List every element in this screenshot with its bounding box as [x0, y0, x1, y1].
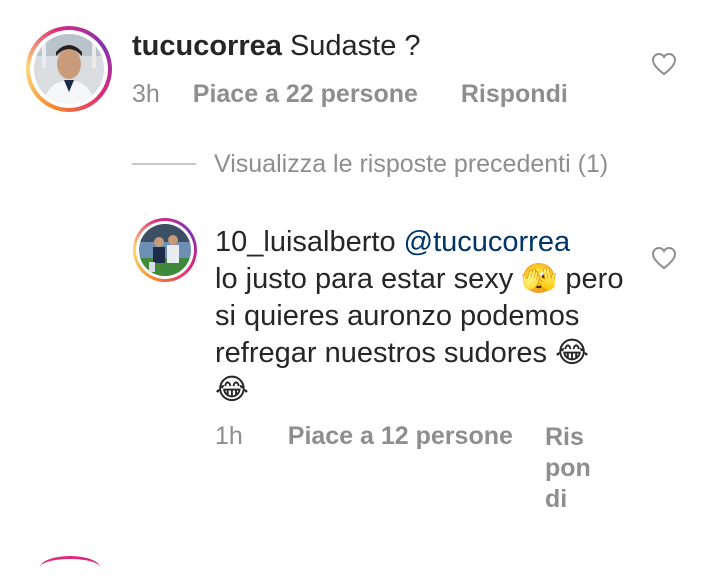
- reply-button-line-3: di: [545, 485, 568, 513]
- reply-username[interactable]: 10_luisalberto: [215, 226, 396, 258]
- comment-likes[interactable]: Piace a 22 persone: [193, 80, 418, 108]
- reply-meta: 1h Piace a 12 persone: [215, 422, 513, 451]
- comment-meta: 3h Piace a 22 persone Rispondi: [132, 80, 568, 109]
- reply-text-line-3: refregar nuestros sudores 😂: [215, 337, 589, 369]
- view-previous-replies[interactable]: Visualizza le risposte precedenti (1): [214, 150, 608, 179]
- heart-outline-icon[interactable]: [651, 246, 677, 270]
- comment-username[interactable]: tucucorrea: [132, 30, 282, 62]
- reply-comment-body: 10_luisalberto @tucucorrea lo justo para…: [215, 224, 623, 409]
- reply-text-line-1: lo justo para estar sexy 🫣 pero: [215, 263, 624, 295]
- reply-likes[interactable]: Piace a 12 persone: [288, 422, 513, 450]
- avatar-photo: [139, 224, 191, 276]
- comment-reply-button[interactable]: Rispondi: [461, 80, 568, 108]
- reply-button-line-2: pon: [545, 454, 591, 482]
- avatar-photo: [34, 34, 104, 104]
- reply-mention[interactable]: @tucucorrea: [404, 226, 570, 258]
- replies-divider-line: [132, 163, 196, 165]
- reply-time: 1h: [215, 422, 243, 450]
- reply-text-line-4: 😂: [215, 374, 249, 406]
- avatar-tucucorrea[interactable]: [26, 26, 112, 112]
- avatar-10-luisalberto[interactable]: [133, 218, 197, 282]
- reply-button-line-1: Ris: [545, 423, 584, 451]
- heart-outline-icon[interactable]: [651, 52, 677, 76]
- comment-time: 3h: [132, 80, 160, 108]
- comment-body: tucucorrea Sudaste ?: [132, 30, 421, 63]
- reply-text-line-2: si quieres auronzo podemos: [215, 300, 580, 332]
- reply-reply-button[interactable]: Ris pon di: [545, 422, 591, 515]
- comment-text: Sudaste ?: [289, 30, 421, 62]
- reply-first-line: 10_luisalberto @tucucorrea: [215, 224, 623, 261]
- next-avatar-partial: [40, 556, 100, 579]
